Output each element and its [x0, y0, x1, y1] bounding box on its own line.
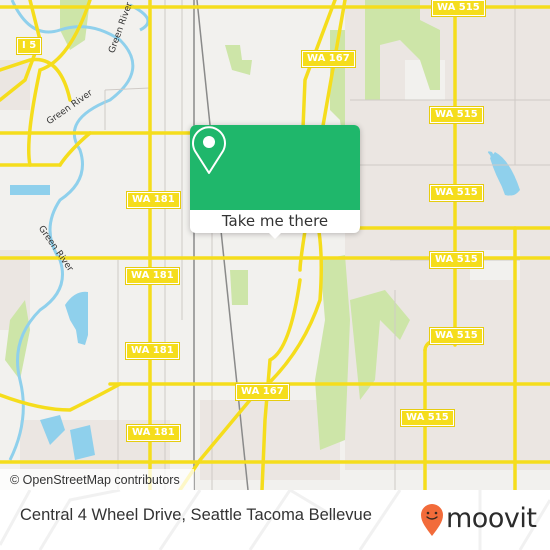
moovit-pin-icon — [421, 504, 443, 536]
highway-shield-wa181: WA 181 — [126, 424, 181, 442]
map-canvas — [0, 0, 550, 490]
popup-pointer — [268, 232, 282, 239]
moovit-wordmark: moovit — [446, 503, 537, 534]
map-pin-icon — [192, 126, 226, 174]
highway-shield-wa515: WA 515 — [429, 184, 484, 202]
park — [230, 270, 248, 305]
highway-shield-wa515: WA 515 — [431, 0, 486, 17]
map-view[interactable]: Green River Green River Green River I 5 … — [0, 0, 550, 490]
footer-bar: Central 4 Wheel Drive, Seattle Tacoma Be… — [0, 490, 550, 550]
take-me-there-popup[interactable]: Take me there — [190, 125, 360, 239]
place-title: Central 4 Wheel Drive, Seattle Tacoma Be… — [20, 506, 372, 524]
highway-shield-wa181: WA 181 — [125, 342, 180, 360]
highway-shield-i5: I 5 — [15, 37, 43, 55]
park — [225, 45, 252, 75]
highway-shield-wa181: WA 181 — [125, 267, 180, 285]
highway-shield-wa167: WA 167 — [235, 383, 290, 401]
highway-shield-wa515: WA 515 — [429, 251, 484, 269]
pond — [10, 185, 50, 195]
highway-shield-wa515: WA 515 — [429, 327, 484, 345]
highway-shield-wa167: WA 167 — [301, 50, 356, 68]
lake — [65, 291, 88, 345]
map-attribution[interactable]: © OpenStreetMap contributors — [0, 469, 194, 490]
highway-shield-wa181: WA 181 — [126, 191, 181, 209]
popup-header[interactable] — [190, 125, 360, 210]
take-me-there-button[interactable]: Take me there — [190, 210, 360, 233]
highway-shield-wa515: WA 515 — [400, 409, 455, 427]
highway-shield-wa515: WA 515 — [429, 106, 484, 124]
